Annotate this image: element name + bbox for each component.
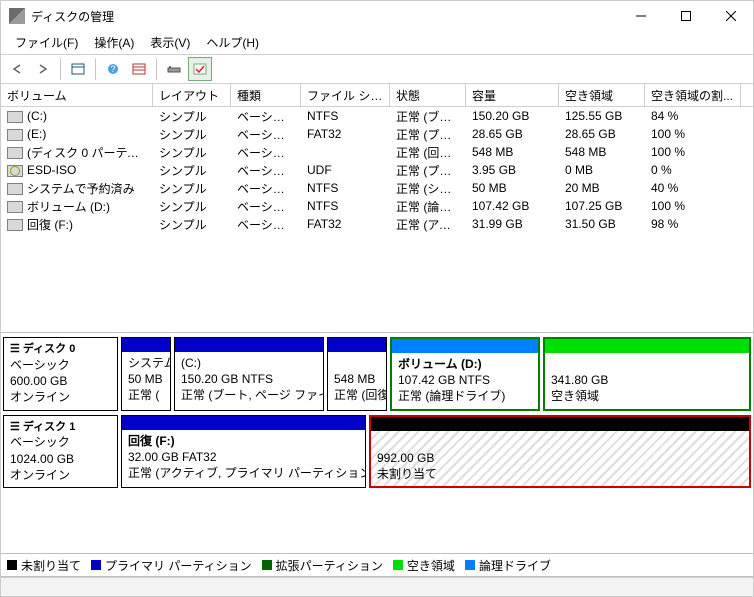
legend: 未割り当て プライマリ パーティション 拡張パーティション 空き領域 論理ドライ… (1, 554, 753, 577)
app-icon (9, 8, 25, 24)
view-list-button[interactable] (127, 57, 151, 81)
partition[interactable]: システム50 MB正常 ( (121, 337, 171, 411)
disk0-type: ベーシック (10, 357, 111, 373)
table-row[interactable]: (E:)シンプルベーシックFAT32正常 (プラ...28.65 GB28.65… (1, 125, 753, 143)
partition[interactable]: 回復 (F:)32.00 GB FAT32正常 (アクティブ, プライマリ パー… (121, 415, 366, 489)
col-free[interactable]: 空き領域 (559, 84, 645, 106)
window-title: ディスクの管理 (31, 8, 618, 25)
legend-primary: プライマリ パーティション (91, 557, 252, 574)
table-row[interactable]: (C:)シンプルベーシックNTFS正常 (ブート...150.20 GB125.… (1, 107, 753, 125)
maximize-button[interactable] (663, 2, 708, 30)
disk1-size: 1024.00 GB (10, 451, 111, 467)
table-row[interactable]: (ディスク 0 パーティシ...シンプルベーシック正常 (回復...548 MB… (1, 143, 753, 161)
svg-text:?: ? (110, 64, 115, 74)
legend-logical: 論理ドライブ (465, 557, 551, 574)
table-row[interactable]: ボリューム (D:)シンプルベーシックNTFS正常 (論理...107.42 G… (1, 197, 753, 215)
partition[interactable]: (C:)150.20 GB NTFS正常 (ブート, ページ ファイル, ク (174, 337, 324, 411)
legend-extended: 拡張パーティション (262, 557, 383, 574)
disk0-status: オンライン (10, 389, 111, 405)
close-button[interactable] (708, 2, 753, 30)
minimize-button[interactable] (618, 2, 663, 30)
back-button[interactable] (5, 57, 29, 81)
disk1-status: オンライン (10, 467, 111, 483)
legend-free: 空き領域 (393, 557, 455, 574)
volume-list-body[interactable]: (C:)シンプルベーシックNTFS正常 (ブート...150.20 GB125.… (1, 107, 753, 332)
menu-file[interactable]: ファイル(F) (7, 33, 86, 53)
partition[interactable]: 341.80 GB空き領域 (543, 337, 751, 411)
disk-info-1[interactable]: ☰ ディスク 1 ベーシック 1024.00 GB オンライン (3, 415, 118, 489)
disk-layout-pane[interactable]: ☰ ディスク 0 ベーシック 600.00 GB オンライン システム50 MB… (1, 333, 753, 554)
menubar: ファイル(F) 操作(A) 表示(V) ヘルプ(H) (1, 32, 753, 55)
separator-icon (95, 58, 96, 80)
disk1-type: ベーシック (10, 434, 111, 450)
partition[interactable]: 548 MB正常 (回復パ (327, 337, 387, 411)
table-row[interactable]: 回復 (F:)シンプルベーシックFAT32正常 (アク...31.99 GB31… (1, 215, 753, 233)
volume-list: ボリューム レイアウト 種類 ファイル システム 状態 容量 空き領域 空き領域… (1, 84, 753, 333)
disk-row-1[interactable]: ☰ ディスク 1 ベーシック 1024.00 GB オンライン 回復 (F:)3… (3, 415, 751, 489)
menu-view[interactable]: 表示(V) (142, 33, 198, 53)
disk0-partitions: システム50 MB正常 ((C:)150.20 GB NTFS正常 (ブート, … (118, 337, 751, 411)
disk-info-0[interactable]: ☰ ディスク 0 ベーシック 600.00 GB オンライン (3, 337, 118, 411)
statusbar (1, 577, 753, 596)
col-layout[interactable]: レイアウト (153, 84, 231, 106)
disk1-header: ディスク 1 (23, 421, 75, 433)
checked-button[interactable] (188, 57, 212, 81)
col-filesystem[interactable]: ファイル システム (301, 84, 390, 106)
forward-button[interactable] (31, 57, 55, 81)
col-capacity[interactable]: 容量 (466, 84, 559, 106)
col-status[interactable]: 状態 (390, 84, 466, 106)
disk1-partitions: 回復 (F:)32.00 GB FAT32正常 (アクティブ, プライマリ パー… (118, 415, 751, 489)
toolbar: ? (1, 55, 753, 84)
separator-icon (60, 58, 61, 80)
disk0-size: 600.00 GB (10, 373, 111, 389)
disk0-header: ディスク 0 (23, 343, 75, 355)
disk-header-icon: ☰ (10, 421, 23, 433)
legend-unallocated: 未割り当て (7, 557, 81, 574)
partition[interactable]: ボリューム (D:)107.42 GB NTFS正常 (論理ドライブ) (390, 337, 540, 411)
table-row[interactable]: ESD-ISOシンプルベーシックUDF正常 (プラ...3.95 GB0 MB0… (1, 161, 753, 179)
col-type[interactable]: 種類 (231, 84, 301, 106)
volume-list-header: ボリューム レイアウト 種類 ファイル システム 状態 容量 空き領域 空き領域… (1, 84, 753, 107)
separator-icon (156, 58, 157, 80)
view-detail-button[interactable] (162, 57, 186, 81)
col-percent[interactable]: 空き領域の割... (645, 84, 741, 106)
disk-management-window: ディスクの管理 ファイル(F) 操作(A) 表示(V) ヘルプ(H) ? ボリュ… (0, 0, 754, 597)
disk-row-0[interactable]: ☰ ディスク 0 ベーシック 600.00 GB オンライン システム50 MB… (3, 337, 751, 411)
help-button[interactable]: ? (101, 57, 125, 81)
view-top-button[interactable] (66, 57, 90, 81)
col-volume[interactable]: ボリューム (1, 84, 153, 106)
window-buttons (618, 2, 753, 30)
partition[interactable]: 992.00 GB未割り当て (369, 415, 751, 489)
menu-help[interactable]: ヘルプ(H) (198, 33, 267, 53)
table-row[interactable]: システムで予約済みシンプルベーシックNTFS正常 (シス...50 MB20 M… (1, 179, 753, 197)
disk-header-icon: ☰ (10, 343, 23, 355)
menu-action[interactable]: 操作(A) (86, 33, 142, 53)
titlebar: ディスクの管理 (1, 1, 753, 32)
